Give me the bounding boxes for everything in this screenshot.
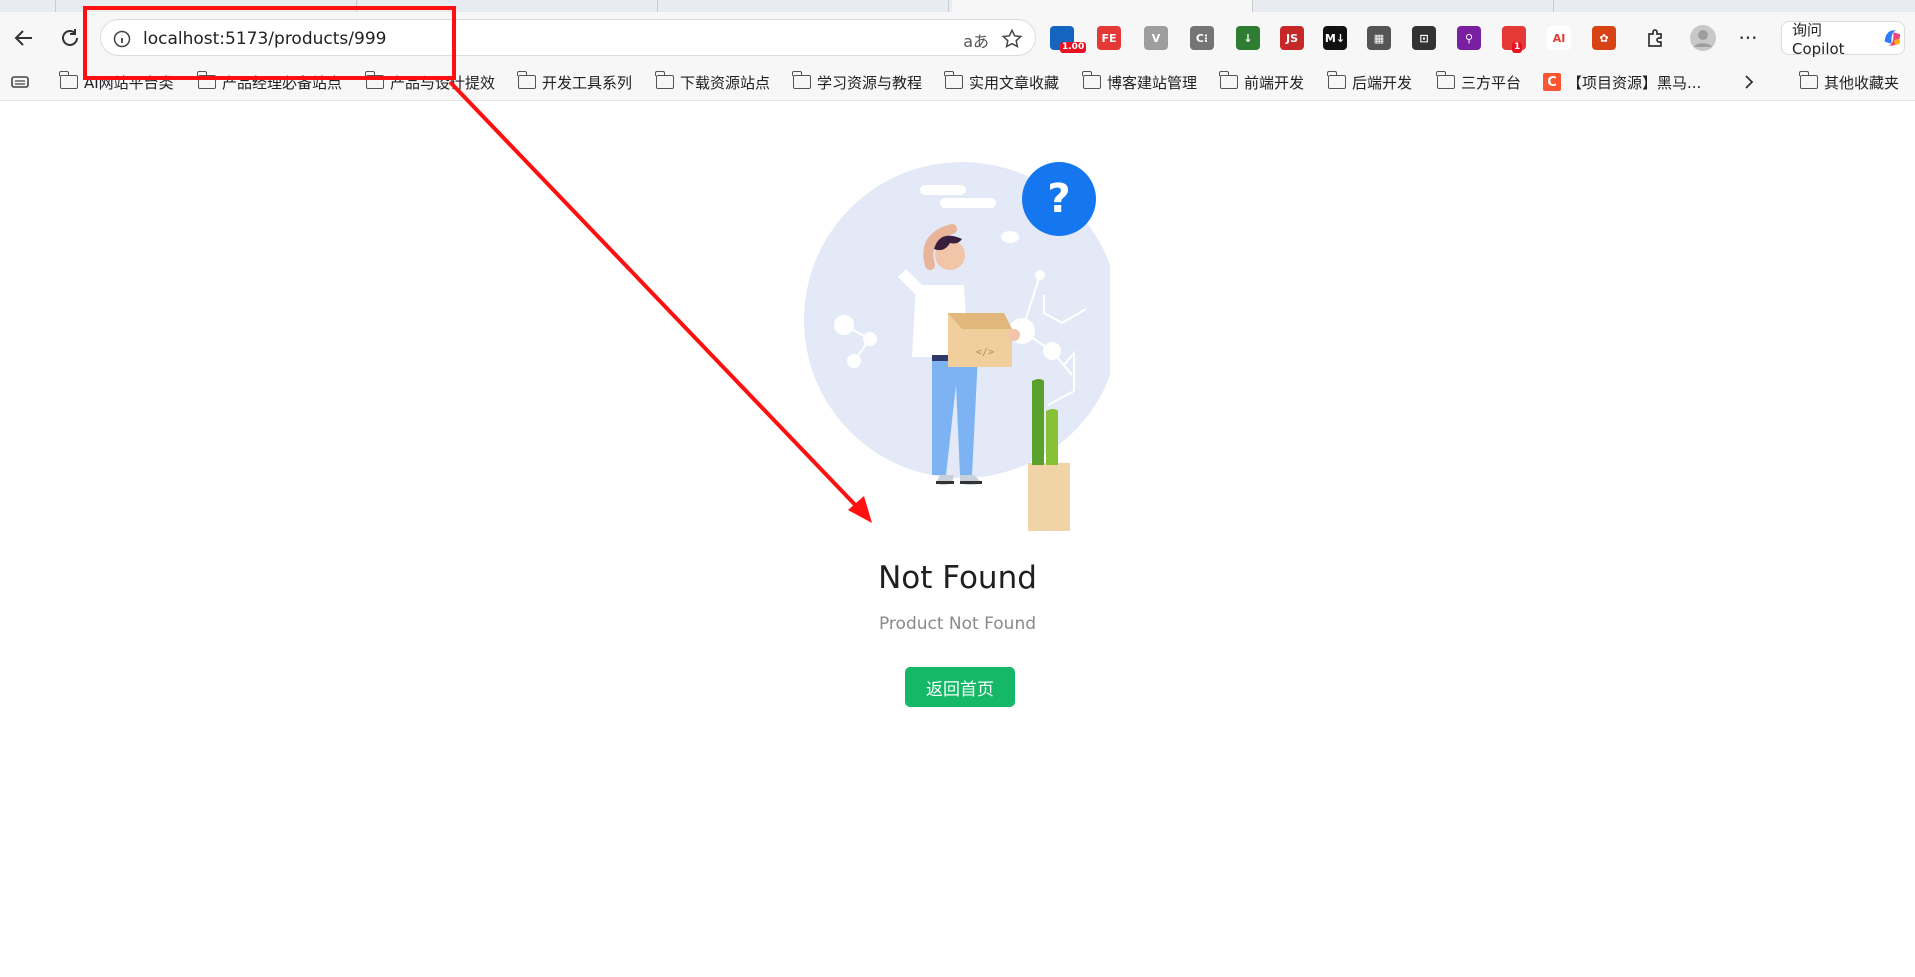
annotation-arrow <box>448 80 872 523</box>
